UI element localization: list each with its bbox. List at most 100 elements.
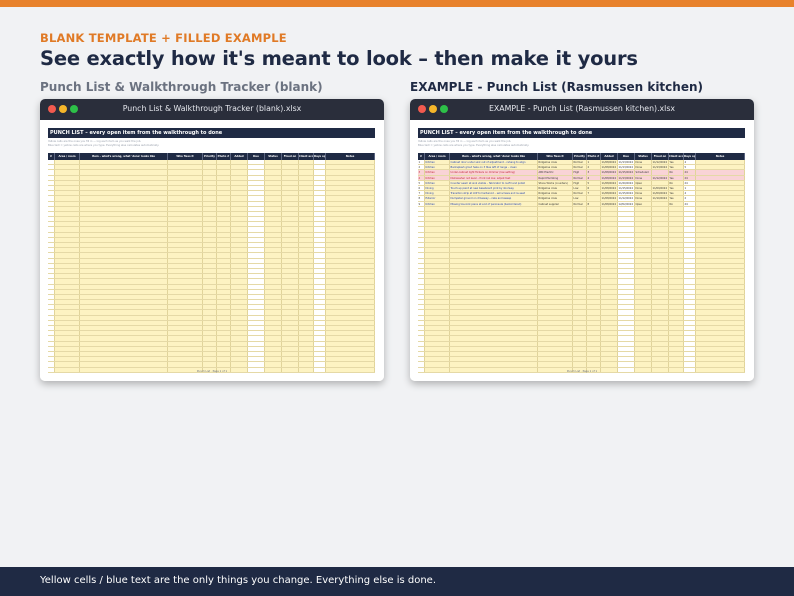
table-cell[interactable] [326,206,375,211]
table-cell[interactable] [601,320,618,325]
table-cell[interactable] [538,206,573,211]
table-cell[interactable] [601,253,618,258]
table-cell[interactable] [55,362,80,367]
table-cell[interactable] [217,341,231,346]
table-cell[interactable] [80,227,168,232]
table-cell[interactable]: High [573,180,587,185]
table-cell[interactable] [248,326,265,331]
table-cell[interactable] [55,341,80,346]
table-cell[interactable] [80,248,168,253]
table-cell[interactable] [48,279,55,284]
table-cell[interactable] [265,315,282,320]
table-cell[interactable] [48,331,55,336]
table-cell[interactable] [314,211,326,217]
table-cell[interactable] [326,315,375,320]
table-cell[interactable] [538,326,573,331]
table-cell[interactable] [80,201,168,206]
table-cell[interactable] [168,284,203,289]
table-cell[interactable]: Open [635,180,652,185]
table-cell[interactable] [314,243,326,248]
table-cell[interactable] [80,180,168,185]
table-cell[interactable] [80,170,168,175]
table-cell[interactable] [425,341,450,346]
table-cell[interactable] [299,243,314,248]
table-cell[interactable] [573,284,587,289]
table-cell[interactable] [573,206,587,211]
table-cell[interactable]: 11/13/2024 [618,160,635,165]
table-cell[interactable] [48,357,55,362]
table-cell[interactable] [601,222,618,227]
table-cell[interactable] [231,336,248,341]
table-cell[interactable] [418,336,425,341]
table-cell[interactable] [265,279,282,284]
table-cell[interactable] [425,211,450,217]
table-cell[interactable] [684,232,696,237]
table-cell[interactable] [635,331,652,336]
table-cell[interactable] [652,268,669,274]
table-cell[interactable] [652,201,669,206]
table-cell[interactable]: 11/08/2024 [601,165,618,170]
table-cell[interactable] [573,320,587,325]
table-cell[interactable] [299,253,314,258]
table-cell[interactable] [265,185,282,191]
table-cell[interactable] [684,274,696,279]
table-cell[interactable]: 11/13/2024 [618,175,635,180]
table-cell[interactable] [326,268,375,274]
table-cell[interactable] [217,284,231,289]
table-cell[interactable] [450,248,538,253]
table-cell[interactable] [635,258,652,263]
table-cell[interactable] [80,357,168,362]
table-cell[interactable] [299,227,314,232]
table-cell[interactable] [635,268,652,274]
table-cell[interactable] [282,232,299,237]
table-cell[interactable]: 11/08/2024 [601,175,618,180]
table-cell[interactable] [669,217,684,222]
table-cell[interactable] [418,279,425,284]
table-cell[interactable] [635,248,652,253]
table-cell[interactable] [231,160,248,165]
table-cell[interactable] [48,165,55,170]
table-cell[interactable] [248,315,265,320]
table-cell[interactable]: 4 [684,160,696,165]
table-cell[interactable] [55,289,80,294]
table-cell[interactable]: Rapid Plumbing [538,175,573,180]
column-header[interactable]: Client accepted [669,153,684,160]
table-cell[interactable] [601,258,618,263]
table-cell[interactable]: 11/09/2024 [652,191,669,196]
table-cell[interactable] [217,305,231,310]
table-cell[interactable] [669,336,684,341]
table-cell[interactable] [587,346,601,351]
table-cell[interactable] [618,300,635,305]
table-cell[interactable] [684,227,696,232]
table-cell[interactable] [299,331,314,336]
table-cell[interactable] [573,248,587,253]
table-cell[interactable] [265,191,282,196]
table-cell[interactable] [618,243,635,248]
table-cell[interactable] [314,185,326,191]
table-cell[interactable] [80,274,168,279]
table-cell[interactable] [248,320,265,325]
table-cell[interactable] [573,263,587,268]
table-cell[interactable] [231,248,248,253]
table-cell[interactable] [618,341,635,346]
table-cell[interactable] [217,237,231,242]
table-cell[interactable]: Backsplash grout haze on 3 tiles left of… [450,165,538,170]
table-cell[interactable]: Yes [669,191,684,196]
table-cell[interactable] [618,248,635,253]
table-cell[interactable] [587,263,601,268]
table-cell[interactable] [635,211,652,217]
table-cell[interactable] [652,289,669,294]
table-cell[interactable] [248,279,265,284]
table-cell[interactable] [696,326,745,331]
table-cell[interactable] [168,180,203,185]
table-cell[interactable] [601,227,618,232]
table-cell[interactable]: Ridgeline crew [538,196,573,201]
table-cell[interactable] [203,300,217,305]
table-cell[interactable] [652,284,669,289]
table-cell[interactable]: High [573,170,587,175]
table-cell[interactable] [265,305,282,310]
table-cell[interactable] [326,217,375,222]
table-cell[interactable] [696,191,745,196]
table-cell[interactable] [248,253,265,258]
table-cell[interactable] [231,305,248,310]
